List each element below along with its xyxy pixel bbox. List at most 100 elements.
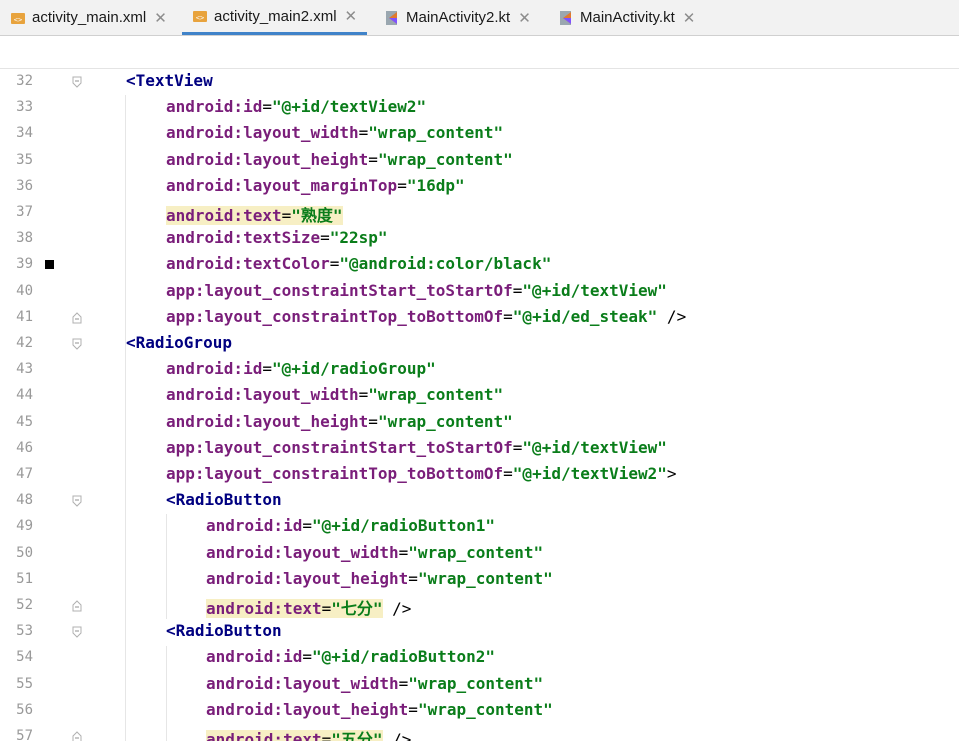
code-token: "@+id/textView2" (271, 97, 427, 117)
fold-collapse-icon[interactable] (72, 337, 82, 350)
close-icon[interactable]: ✕ (154, 9, 167, 27)
code-line[interactable]: 45 android:layout_height="wrap_content" (0, 410, 959, 436)
code-text: android:text="七分" /> (206, 595, 411, 619)
code-token: = (321, 730, 332, 741)
code-line[interactable]: 49 android:id="@+id/radioButton1" (0, 514, 959, 540)
code-line[interactable]: 57 android:text="五分" /> (0, 724, 959, 741)
code-line[interactable]: 54 android:id="@+id/radioButton2" (0, 645, 959, 671)
code-editor[interactable]: 32 <TextView 33 android:id="@+id/textView2"… (0, 69, 959, 741)
line-number: 35 (16, 151, 33, 168)
kotlin-file-icon (558, 10, 574, 26)
code-line[interactable]: 47 app:layout_constraintTop_toBottomOf="@… (0, 462, 959, 488)
fold-end-icon[interactable] (72, 311, 82, 324)
color-swatch-icon[interactable] (45, 260, 54, 270)
code-token: "@+id/radioGroup" (271, 359, 436, 379)
fold-end-icon[interactable] (72, 730, 82, 741)
line-number: 54 (16, 649, 33, 666)
line-number: 44 (16, 387, 33, 404)
code-text: android:layout_height="wrap_content" (206, 700, 553, 719)
code-token: "@android:color/black" (339, 254, 552, 274)
tab-mainactivity2-kt[interactable]: MainActivity2.kt ✕ (384, 0, 531, 35)
line-number: 45 (16, 413, 33, 430)
code-line[interactable]: 46 app:layout_constraintStart_toStartOf="… (0, 436, 959, 462)
code-token: app:layout_constraintTop_toBottomOf (166, 464, 504, 483)
code-token: = (320, 228, 330, 248)
code-text: android:layout_width="wrap_content" (166, 123, 503, 142)
close-icon[interactable]: ✕ (345, 7, 358, 25)
code-text: android:textColor="@android:color/black" (166, 254, 551, 273)
fold-collapse-icon[interactable] (72, 625, 82, 638)
code-text: android:layout_marginTop="16dp" (166, 176, 465, 195)
code-line[interactable]: 41 app:layout_constraintTop_toBottomOf="@… (0, 305, 959, 331)
svg-text:<>: <> (14, 16, 22, 24)
code-token: "wrap_content" (368, 385, 504, 405)
code-text: android:id="@+id/radioButton1" (206, 516, 495, 535)
code-token: = (358, 123, 369, 143)
code-token: = (398, 673, 409, 693)
code-line[interactable]: 52 android:text="七分" /> (0, 593, 959, 619)
code-text: android:layout_width="wrap_content" (206, 543, 543, 562)
code-line[interactable]: 51 android:layout_height="wrap_content" (0, 567, 959, 593)
tab-activity-main-xml[interactable]: <> activity_main.xml ✕ (10, 0, 167, 35)
code-token: = (398, 542, 409, 562)
code-token: android:textColor (166, 254, 330, 274)
code-token: android:layout_width (166, 385, 359, 405)
code-line[interactable]: 40 app:layout_constraintStart_toStartOf="… (0, 279, 959, 305)
code-token: = (512, 280, 523, 300)
code-token: "wrap_content" (408, 673, 544, 693)
code-token: = (503, 464, 513, 483)
code-line[interactable]: 32 <TextView (0, 69, 959, 95)
code-token: "wrap_content" (368, 123, 504, 143)
code-line[interactable]: 36 android:layout_marginTop="16dp" (0, 174, 959, 200)
code-token: android:text (206, 730, 322, 741)
line-number: 53 (16, 623, 33, 640)
tab-activity-main2-xml[interactable]: <> activity_main2.xml ✕ (182, 0, 368, 35)
code-line[interactable]: 34 android:layout_width="wrap_content" (0, 121, 959, 147)
code-token: app:layout_constraintTop_toBottomOf (166, 306, 504, 326)
fold-collapse-icon[interactable] (72, 494, 82, 507)
code-token: "五分" (331, 730, 383, 741)
code-line[interactable]: 50 android:layout_width="wrap_content" (0, 541, 959, 567)
code-token: = (503, 306, 513, 326)
code-line[interactable]: 56 android:layout_height="wrap_content" (0, 698, 959, 724)
code-token: "22sp" (329, 228, 388, 248)
code-token: "wrap_content" (417, 699, 553, 719)
code-line[interactable]: 48 <RadioButton (0, 488, 959, 514)
code-token: = (397, 175, 407, 195)
code-token: android:id (166, 359, 263, 379)
line-number: 55 (16, 675, 33, 692)
code-line[interactable]: 33 android:id="@+id/textView2" (0, 95, 959, 121)
code-line[interactable]: 37 android:text="熟度" (0, 200, 959, 226)
line-number: 51 (16, 570, 33, 587)
code-token: "七分" (331, 599, 383, 618)
fold-collapse-icon[interactable] (72, 75, 82, 88)
code-token: = (262, 359, 272, 379)
code-line[interactable]: 53 <RadioButton (0, 619, 959, 645)
code-token: android:layout_height (166, 411, 369, 431)
close-icon[interactable]: ✕ (518, 9, 531, 27)
code-line[interactable]: 55 android:layout_width="wrap_content" (0, 672, 959, 698)
code-line[interactable]: 35 android:layout_height="wrap_content" (0, 148, 959, 174)
tab-mainactivity-kt[interactable]: MainActivity.kt ✕ (558, 0, 695, 35)
tab-label: MainActivity2.kt (406, 9, 511, 26)
line-number: 37 (16, 204, 33, 220)
code-line[interactable]: 43 android:id="@+id/radioGroup" (0, 357, 959, 383)
code-token: = (368, 149, 378, 169)
close-icon[interactable]: ✕ (683, 9, 696, 27)
line-number: 47 (16, 466, 33, 482)
code-token: <TextView (126, 71, 213, 90)
code-line[interactable]: 42 <RadioGroup (0, 331, 959, 357)
code-token: = (329, 254, 340, 274)
fold-end-icon[interactable] (72, 599, 82, 612)
code-text: android:id="@+id/textView2" (166, 97, 426, 116)
line-number: 36 (16, 177, 33, 194)
line-number: 49 (16, 518, 33, 535)
code-text: <RadioButton (166, 490, 282, 509)
kotlin-file-icon (384, 10, 400, 26)
code-token: "熟度" (291, 206, 343, 225)
code-line[interactable]: 44 android:layout_width="wrap_content" (0, 383, 959, 409)
code-line[interactable]: 39 android:textColor="@android:color/blac… (0, 252, 959, 278)
code-token: > (666, 464, 677, 483)
code-line[interactable]: 38 android:textSize="22sp" (0, 226, 959, 252)
code-text: android:id="@+id/radioButton2" (206, 647, 495, 666)
